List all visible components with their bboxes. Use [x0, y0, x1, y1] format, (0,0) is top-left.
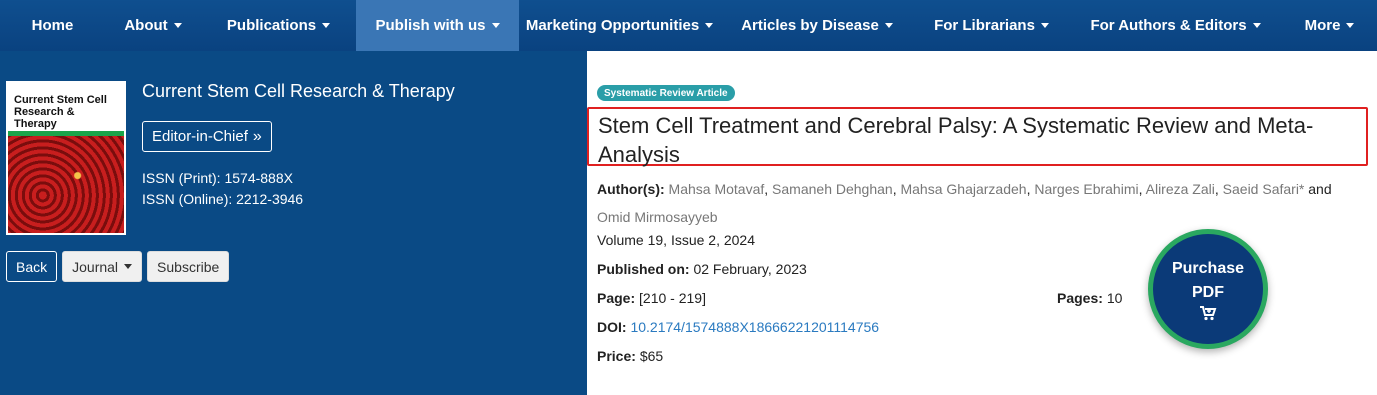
caret-down-icon	[1346, 23, 1355, 28]
caret-down-icon	[124, 264, 133, 269]
journal-name[interactable]: Current Stem Cell Research & Therapy	[142, 81, 455, 102]
doi-label: DOI:	[597, 319, 627, 335]
article-type-badge: Systematic Review Article	[597, 85, 735, 101]
author-link[interactable]: Alireza Zali	[1146, 181, 1215, 197]
caret-down-icon	[884, 23, 893, 28]
editor-in-chief-button[interactable]: Editor-in-Chief »	[142, 121, 272, 152]
volume-issue: Volume 19, Issue 2, 2024	[597, 232, 755, 248]
purchase-line1: Purchase	[1171, 260, 1245, 277]
article-title-highlight: Stem Cell Treatment and Cerebral Palsy: …	[587, 107, 1368, 167]
nav-label: Publish with us	[375, 17, 486, 34]
cart-icon	[1200, 306, 1217, 321]
nav-more[interactable]: More	[1282, 0, 1377, 51]
nav-about[interactable]: About	[105, 0, 201, 51]
journal-actions: Back Journal Subscribe	[6, 251, 230, 282]
nav-label: For Authors & Editors	[1090, 17, 1247, 34]
authors-label: Author(s):	[597, 181, 665, 197]
nav-label: More	[1304, 17, 1341, 34]
journal-cover-image[interactable]: Current Stem Cell Research & Therapy	[6, 81, 126, 235]
nav-label: Home	[31, 17, 74, 34]
issn-print: ISSN (Print): 1574-888X	[142, 170, 293, 186]
purchase-line2: PDF	[1192, 284, 1224, 301]
article-title: Stem Cell Treatment and Cerebral Palsy: …	[598, 113, 1314, 167]
nav-label: Marketing Opportunities	[525, 17, 700, 34]
published-on: Published on: 02 February, 2023	[597, 261, 807, 277]
caret-down-icon	[705, 23, 714, 28]
issn-online: ISSN (Online): 2212-3946	[142, 191, 304, 207]
nav-label: Publications	[226, 17, 317, 34]
price: Price: $65	[597, 348, 663, 364]
nav-marketing-opportunities[interactable]: Marketing Opportunities	[519, 0, 720, 51]
authors-line: Author(s): Mahsa Motavaf, Samaneh Dehgha…	[597, 181, 1332, 225]
author-link[interactable]: Mahsa Motavaf	[669, 181, 765, 197]
purchase-pdf-button[interactable]: Purchase PDF	[1148, 229, 1268, 349]
cover-title: Current Stem Cell Research & Therapy	[14, 94, 107, 130]
author-link[interactable]: Mahsa Ghajarzadeh	[900, 181, 1026, 197]
journal-dropdown-label: Journal	[72, 258, 119, 275]
nav-for-librarians[interactable]: For Librarians	[914, 0, 1069, 51]
cover-artwork	[8, 136, 124, 233]
author-link[interactable]: Narges Ebrahimi	[1034, 181, 1138, 197]
subscribe-button[interactable]: Subscribe	[147, 251, 230, 282]
cover-header: Current Stem Cell Research & Therapy	[8, 83, 124, 131]
caret-down-icon	[1040, 23, 1049, 28]
nav-publish-with-us[interactable]: Publish with us	[356, 0, 519, 51]
nav-label: Articles by Disease	[741, 17, 879, 34]
published-value: 02 February, 2023	[693, 261, 807, 277]
double-chevron-right-icon: »	[252, 127, 262, 145]
page-label: Page:	[597, 290, 636, 306]
top-navigation: Home About Publications Publish with us …	[0, 0, 1377, 51]
doi: DOI: 10.2174/1574888X18666221201114756	[597, 319, 879, 335]
nav-articles-by-disease[interactable]: Articles by Disease	[720, 0, 914, 51]
pages-label: Pages:	[1057, 290, 1103, 306]
back-button[interactable]: Back	[6, 251, 58, 282]
nav-for-authors-editors[interactable]: For Authors & Editors	[1069, 0, 1282, 51]
journal-panel: Current Stem Cell Research & Therapy Cur…	[0, 51, 587, 395]
caret-down-icon	[491, 23, 500, 28]
author-link[interactable]: Saeid Safari*	[1223, 181, 1305, 197]
pages-value: 10	[1106, 290, 1123, 306]
editor-label: Editor-in-Chief	[152, 128, 248, 145]
nav-home[interactable]: Home	[0, 0, 105, 51]
price-value: $65	[639, 348, 664, 364]
page-count: Pages: 10	[1057, 290, 1122, 306]
price-label: Price:	[597, 348, 636, 364]
caret-down-icon	[173, 23, 182, 28]
cover-issn-text	[14, 87, 118, 92]
caret-down-icon	[1252, 23, 1261, 28]
doi-link[interactable]: 10.2174/1574888X18666221201114756	[630, 319, 879, 335]
nav-label: For Librarians	[934, 17, 1035, 34]
nav-publications[interactable]: Publications	[201, 0, 356, 51]
author-link[interactable]: Omid Mirmosayyeb	[597, 209, 718, 225]
author-link[interactable]: Samaneh Dehghan	[772, 181, 893, 197]
journal-dropdown-button[interactable]: Journal	[62, 251, 143, 282]
published-label: Published on:	[597, 261, 690, 277]
page-range: Page: [210 - 219]	[597, 290, 706, 306]
caret-down-icon	[322, 23, 331, 28]
page-value: [210 - 219]	[639, 290, 706, 306]
nav-label: About	[124, 17, 168, 34]
